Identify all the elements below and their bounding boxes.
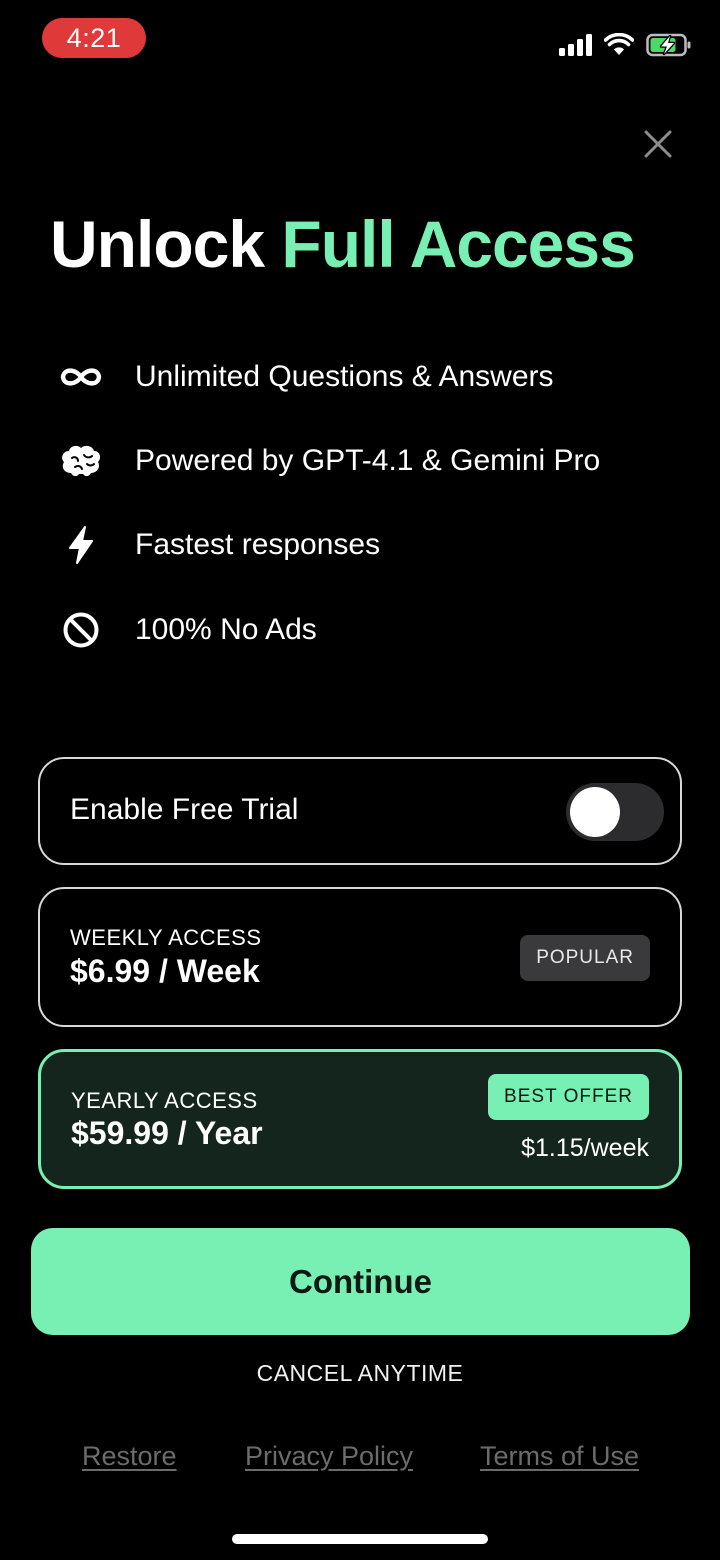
wifi-icon <box>604 33 634 55</box>
no-ads-icon <box>58 607 104 653</box>
lightning-icon <box>58 522 104 568</box>
page-title: Unlock Full Access <box>50 206 690 282</box>
close-icon <box>644 130 672 158</box>
toggle-knob <box>570 787 620 837</box>
best-offer-badge: BEST OFFER <box>488 1074 649 1120</box>
paywall-screen: 4:21 Unlock Full Access Unlimited Questi… <box>0 0 720 1560</box>
plan-price: $59.99 / Year <box>71 1115 263 1151</box>
free-trial-toggle[interactable] <box>566 783 664 841</box>
feature-item: Unlimited Questions & Answers <box>58 352 554 402</box>
feature-label: 100% No Ads <box>135 613 317 646</box>
feature-item: Fastest responses <box>58 520 380 570</box>
feature-label: Fastest responses <box>135 528 381 561</box>
continue-button[interactable]: Continue <box>31 1228 690 1335</box>
cancel-anytime-note: CANCEL ANYTIME <box>256 1360 464 1386</box>
plan-name: YEARLY ACCESS <box>71 1088 258 1113</box>
free-trial-label: Enable Free Trial <box>70 793 299 826</box>
infinity-icon <box>58 354 104 400</box>
free-trial-card[interactable]: Enable Free Trial <box>38 757 682 865</box>
popular-badge: POPULAR <box>520 935 650 981</box>
battery-charging-icon <box>646 33 691 57</box>
privacy-policy-link[interactable]: Privacy Policy <box>245 1441 413 1472</box>
title-prefix: Unlock <box>50 207 265 281</box>
brain-icon <box>58 438 104 484</box>
status-time: 4:21 <box>42 18 146 58</box>
per-week-price: $1.15/week <box>521 1134 649 1162</box>
home-indicator <box>232 1534 488 1544</box>
plan-name: WEEKLY ACCESS <box>70 925 262 950</box>
plan-weekly[interactable]: WEEKLY ACCESS $6.99 / Week POPULAR <box>38 887 682 1027</box>
status-icons <box>559 28 692 62</box>
status-time-label: 4:21 <box>66 22 122 53</box>
feature-item: 100% No Ads <box>58 605 317 655</box>
feature-label: Powered by GPT-4.1 & Gemini Pro <box>135 444 601 477</box>
title-accent: Full Access <box>281 207 635 281</box>
signal-icon <box>559 34 592 56</box>
feature-label: Unlimited Questions & Answers <box>135 360 554 393</box>
plan-price: $6.99 / Week <box>70 953 260 989</box>
close-button[interactable] <box>638 124 678 164</box>
restore-link[interactable]: Restore <box>82 1441 177 1472</box>
terms-of-use-link[interactable]: Terms of Use <box>480 1441 639 1472</box>
feature-item: Powered by GPT-4.1 & Gemini Pro <box>58 436 600 486</box>
plan-yearly[interactable]: YEARLY ACCESS $59.99 / Year BEST OFFER $… <box>38 1049 682 1189</box>
